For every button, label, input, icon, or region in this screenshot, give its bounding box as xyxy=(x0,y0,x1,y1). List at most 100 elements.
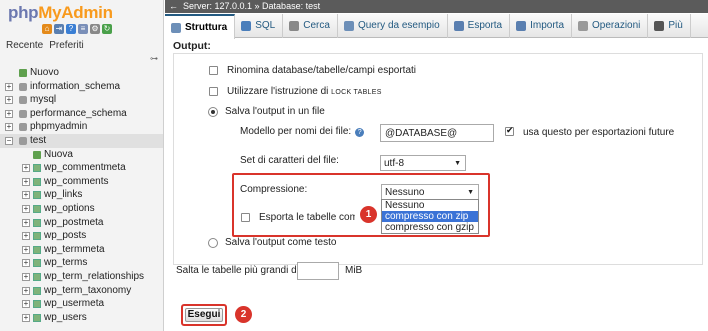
separate-files-checkbox[interactable] xyxy=(241,213,250,222)
help-icon[interactable]: ? xyxy=(355,128,365,137)
tree-item-table[interactable]: + wp_comments xyxy=(0,175,163,189)
filename-template-input[interactable]: @DATABASE@ xyxy=(380,124,494,142)
charset-value: utf-8 xyxy=(384,158,405,169)
tree-item-database[interactable]: + phpmyadmin xyxy=(0,120,163,134)
tree-item-table[interactable]: + wp_usermeta xyxy=(0,297,163,311)
tree-item-table[interactable]: + wp_term_taxonomy xyxy=(0,284,163,298)
logout-icon[interactable]: ⇥ xyxy=(54,24,64,34)
expand-icon[interactable]: + xyxy=(22,313,30,322)
tree-item-label: wp_term_taxonomy xyxy=(44,284,132,296)
tree-item-label: wp_users xyxy=(44,311,87,323)
compression-option[interactable]: Nessuno xyxy=(382,200,478,211)
tab-label: Operazioni xyxy=(592,20,641,31)
chevron-down-icon: ▼ xyxy=(454,160,461,167)
compression-option[interactable]: compresso con gzip xyxy=(382,222,478,233)
tab-operazioni[interactable]: Operazioni xyxy=(572,14,649,38)
help-icon[interactable]: ? xyxy=(66,24,76,34)
table-icon xyxy=(33,204,41,213)
new-icon xyxy=(33,150,41,159)
tree-item-label: wp_postmeta xyxy=(44,216,104,228)
skip-tables-input[interactable] xyxy=(297,262,339,280)
tab-struttura[interactable]: Struttura xyxy=(165,14,236,39)
expand-icon[interactable]: + xyxy=(22,177,30,186)
table-icon xyxy=(33,313,41,322)
expand-icon[interactable]: + xyxy=(22,164,30,173)
tree-item-database[interactable]: + mysql xyxy=(0,93,163,107)
tab-sql[interactable]: SQL xyxy=(235,14,284,38)
table-icon xyxy=(33,218,41,227)
tree-item-table[interactable]: + wp_commentmeta xyxy=(0,161,163,175)
save-as-text-radio[interactable] xyxy=(208,238,218,248)
submit-button[interactable]: Esegui xyxy=(185,308,223,322)
logo-text-myadmin: MyAdmin xyxy=(38,3,113,22)
tab-label: Cerca xyxy=(303,20,330,31)
database-icon xyxy=(19,82,27,91)
expand-icon[interactable]: + xyxy=(22,232,30,241)
tree-item-new[interactable]: Nuova xyxy=(0,148,163,162)
tree-item-table[interactable]: + wp_terms xyxy=(0,256,163,270)
tab-pi-[interactable]: Più xyxy=(648,14,691,38)
remember-template-checkbox[interactable] xyxy=(505,125,514,136)
expand-icon[interactable]: + xyxy=(5,123,13,132)
home-icon[interactable]: ⌂ xyxy=(42,24,52,34)
tab-esporta[interactable]: Esporta xyxy=(448,14,511,38)
tree-item-label: Nuovo xyxy=(30,67,59,78)
tree-item-table[interactable]: + wp_options xyxy=(0,202,163,216)
link-panels-icon[interactable]: ⊶ xyxy=(150,54,158,63)
breadcrumb[interactable]: Server: 127.0.0.1 » Database: test xyxy=(183,0,320,13)
tree-item-label: information_schema xyxy=(30,80,121,92)
tree-item-database[interactable]: − test xyxy=(0,133,163,148)
docs-icon[interactable]: ≡ xyxy=(78,24,88,34)
expand-icon[interactable]: + xyxy=(22,286,30,295)
breadcrumb-bar: ← Server: 127.0.0.1 » Database: test xyxy=(165,0,708,13)
nav-tab-favorites[interactable]: Preferiti xyxy=(49,40,83,51)
reload-icon[interactable]: ↻ xyxy=(102,24,112,34)
tree-item-table[interactable]: + wp_term_relationships xyxy=(0,270,163,284)
compression-option[interactable]: compresso con zip xyxy=(382,211,478,222)
database-icon xyxy=(19,136,27,145)
tree-item-database[interactable]: + performance_schema xyxy=(0,107,163,121)
tree-item-table[interactable]: + wp_links xyxy=(0,188,163,202)
expand-icon[interactable]: + xyxy=(5,82,13,91)
tab-importa[interactable]: Importa xyxy=(510,14,573,38)
tree-item-label: wp_terms xyxy=(44,257,88,269)
expand-icon[interactable]: + xyxy=(5,109,13,118)
annotation-badge-1: 1 xyxy=(360,206,377,223)
tree-item-table[interactable]: + wp_users xyxy=(0,311,163,325)
lock-tables-checkbox[interactable] xyxy=(209,87,218,96)
table-icon xyxy=(33,300,41,309)
tab-label: Struttura xyxy=(185,21,228,33)
tree-item-database[interactable]: + information_schema xyxy=(0,80,163,94)
expand-icon[interactable]: + xyxy=(22,191,30,200)
nav-tab-recent[interactable]: Recente xyxy=(6,40,43,51)
expand-icon[interactable]: + xyxy=(22,259,30,268)
compression-select[interactable]: Nessuno ▼ xyxy=(381,184,479,200)
expand-icon[interactable]: + xyxy=(5,96,13,105)
settings-icon[interactable]: ⚙ xyxy=(90,24,100,34)
tab-cerca[interactable]: Cerca xyxy=(283,14,338,38)
tree-item-table[interactable]: + wp_termmeta xyxy=(0,243,163,257)
tree-item-new[interactable]: Nuovo xyxy=(0,66,163,80)
expand-icon[interactable]: + xyxy=(22,218,30,227)
tree-item-label: wp_termmeta xyxy=(44,243,105,255)
tree-item-table[interactable]: + wp_postmeta xyxy=(0,216,163,230)
table-icon xyxy=(33,259,41,268)
save-to-file-radio[interactable] xyxy=(208,107,218,117)
back-arrow-icon[interactable]: ← xyxy=(169,0,178,13)
query-icon xyxy=(343,21,354,31)
filename-template-label: Modello per nomi dei file:? xyxy=(240,126,365,137)
charset-select[interactable]: utf-8 ▼ xyxy=(380,155,466,171)
search-icon xyxy=(289,21,300,31)
expand-icon[interactable]: + xyxy=(22,272,30,281)
collapse-icon[interactable]: − xyxy=(5,136,13,145)
expand-icon[interactable]: + xyxy=(22,204,30,213)
tab-label: Più xyxy=(668,20,683,31)
database-icon xyxy=(19,96,27,105)
expand-icon[interactable]: + xyxy=(22,245,30,254)
annotation-badge-2: 2 xyxy=(235,306,252,323)
tab-query-da-esempio[interactable]: Query da esempio xyxy=(338,14,448,38)
phpmyadmin-logo[interactable]: phpMyAdmin xyxy=(8,3,113,23)
expand-icon[interactable]: + xyxy=(22,300,30,309)
rename-checkbox[interactable] xyxy=(209,66,218,75)
tree-item-table[interactable]: + wp_posts xyxy=(0,229,163,243)
